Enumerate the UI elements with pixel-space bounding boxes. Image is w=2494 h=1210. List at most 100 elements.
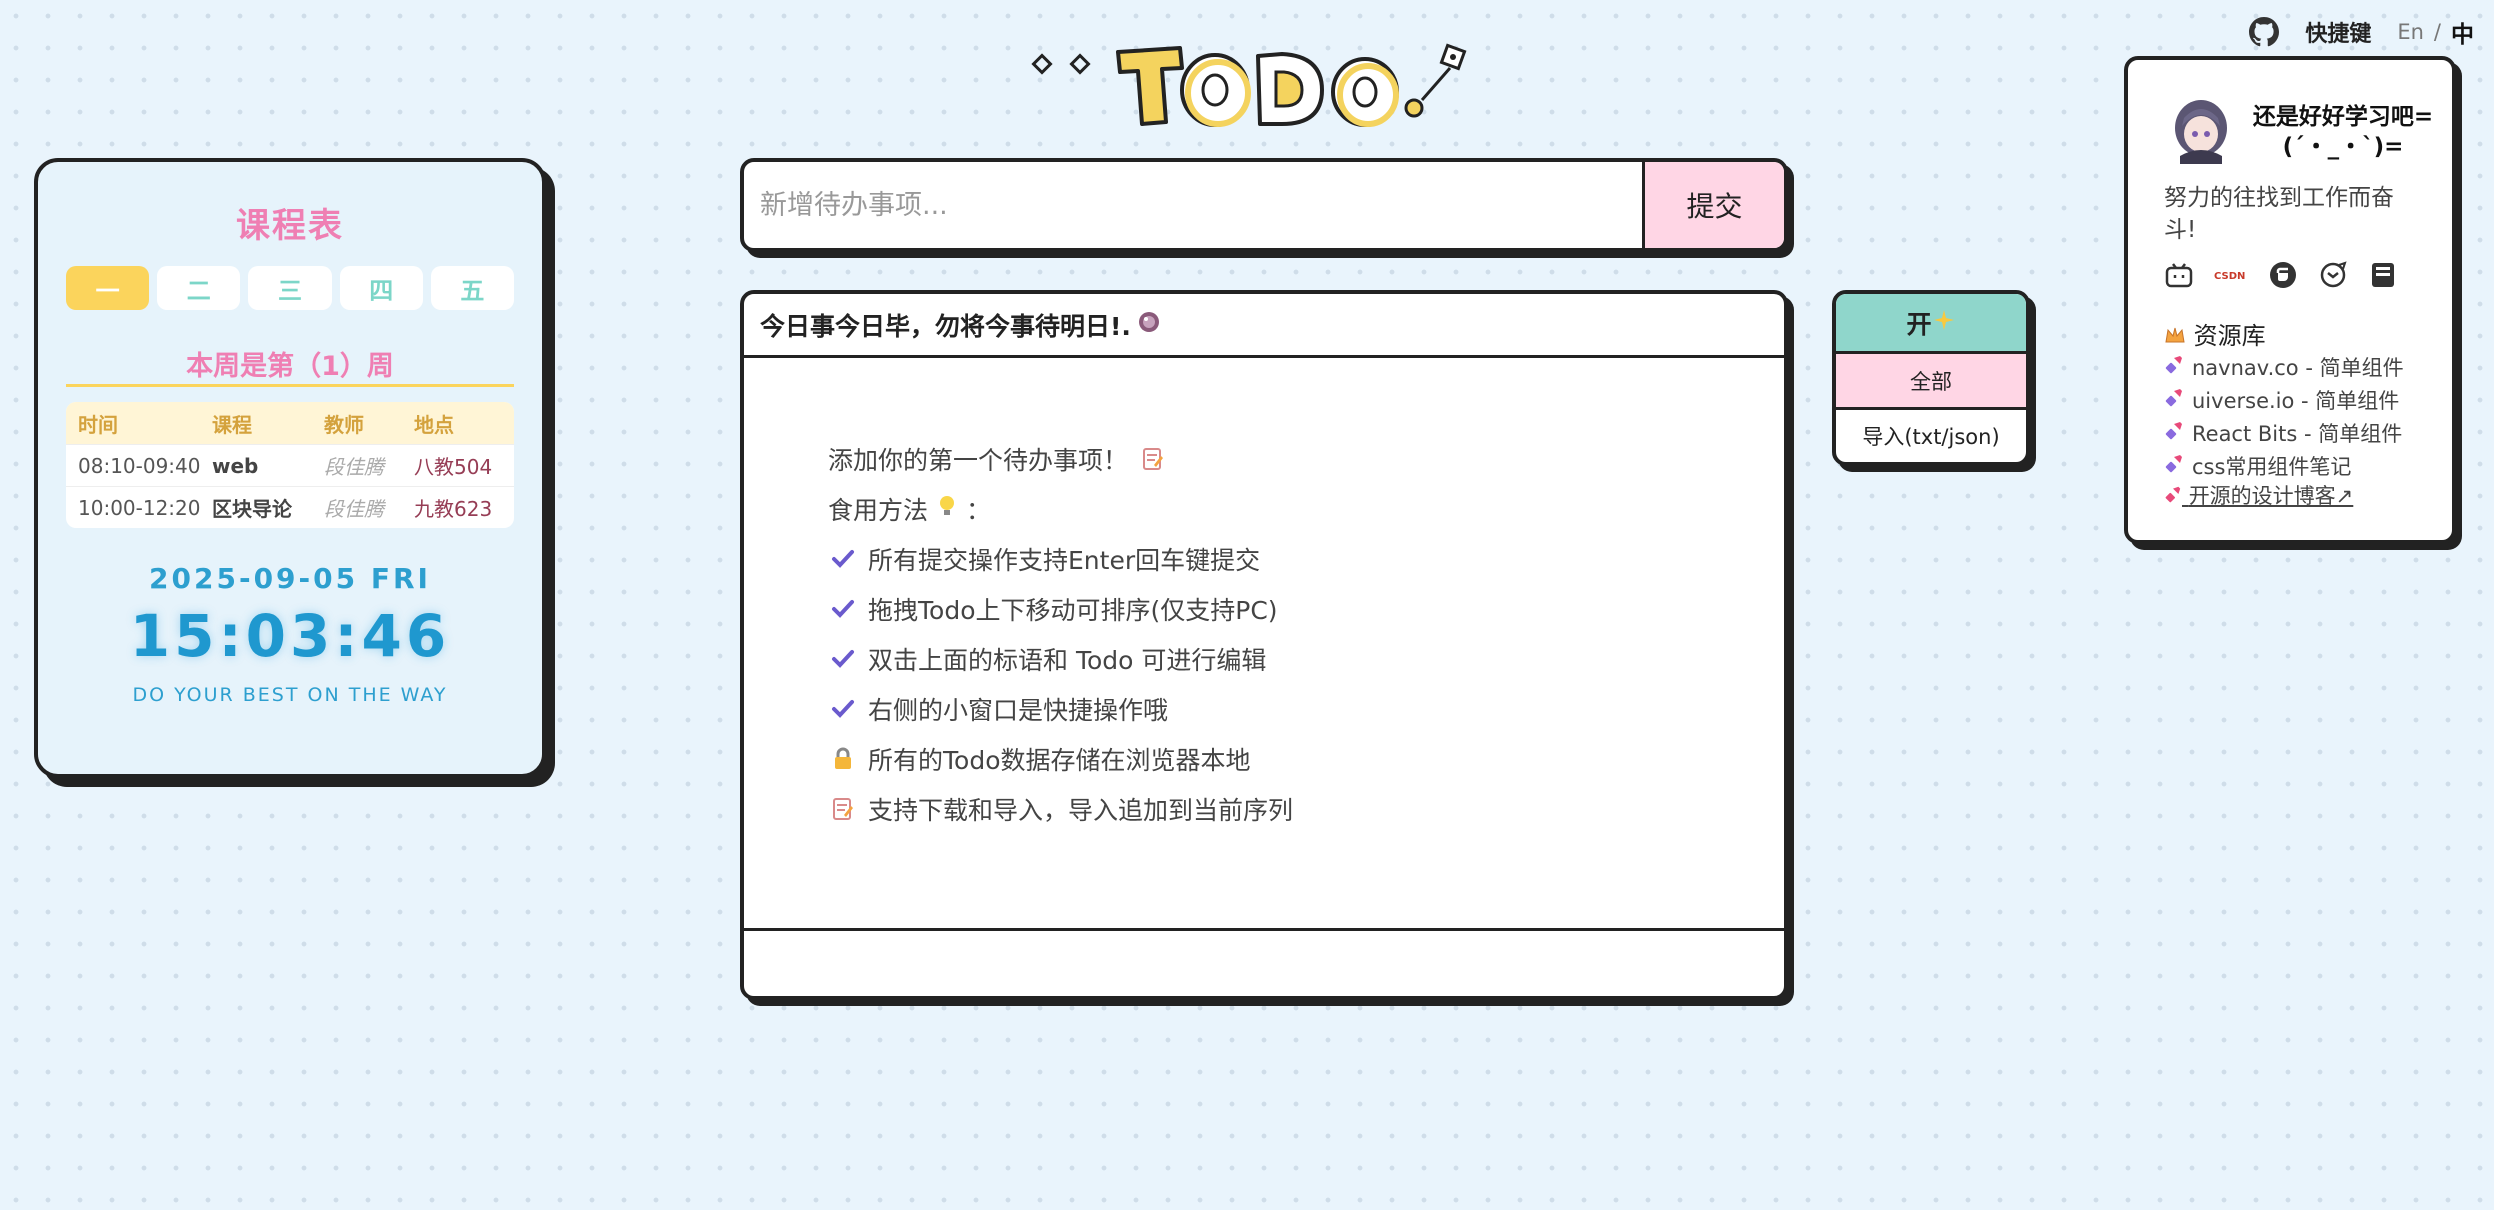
motto-text: DO YOUR BEST ON THE WAY <box>132 684 448 706</box>
lipstick-icon <box>2164 484 2182 508</box>
table-header-row: 时间 课程 教师 地点 <box>66 402 514 444</box>
todo-footer <box>744 928 1784 996</box>
col-teacher: 教师 <box>324 412 364 437</box>
csdn-text: CSDN <box>2214 271 2245 282</box>
cell-time: 08:10-09:40 <box>78 453 201 478</box>
day-tab-tue[interactable]: 二 <box>157 266 241 310</box>
shortcut-link[interactable]: 快捷键 <box>2305 16 2371 48</box>
col-time: 时间 <box>78 412 118 437</box>
usage-line: 食用方法 ： <box>828 484 1293 534</box>
profile-name: 还是好好学习吧=(´・_・`)= <box>2252 104 2434 160</box>
bulb-icon <box>938 494 956 524</box>
tip-text: 所有提交操作支持Enter回车键提交 <box>868 546 1261 575</box>
profile-description: 努力的往找到工作而奋斗! <box>2164 185 2394 243</box>
resource-item[interactable]: css常用组件笔记 <box>2164 449 2404 482</box>
check-icon <box>828 598 858 620</box>
new-todo-form: 提交 <box>740 158 1788 252</box>
cell-course: web <box>212 453 259 478</box>
toggle-button[interactable]: 开 <box>1836 294 2026 354</box>
import-button[interactable]: 导入(txt/json) <box>1836 410 2026 462</box>
todo-header-title[interactable]: 今日事今日毕，勿将今事待明日!. <box>760 307 1131 343</box>
gitee-icon[interactable] <box>2268 260 2298 290</box>
tip-text: 所有的Todo数据存储在浏览器本地 <box>868 746 1251 775</box>
lang-en-option[interactable]: En <box>2397 20 2424 44</box>
resource-item[interactable]: navnav.co - 简单组件 <box>2164 350 2404 383</box>
col-course: 课程 <box>212 412 252 437</box>
cell-room: 八教504 <box>414 455 493 479</box>
tip-text: 拖拽Todo上下移动可排序(仅支持PC) <box>868 596 1278 625</box>
lipstick-icon <box>2164 354 2184 379</box>
submit-button[interactable]: 提交 <box>1642 162 1784 248</box>
day-tab-wed[interactable]: 三 <box>248 266 332 310</box>
blog-link[interactable]: 开源的设计博客↗ <box>2164 480 2353 510</box>
resource-list: navnav.co - 简单组件 uiverse.io - 简单组件 React… <box>2164 350 2404 482</box>
bilibili-icon[interactable] <box>2164 260 2194 290</box>
blog-link-text: 开源的设计博客↗ <box>2188 484 2354 508</box>
language-switch: En / 中 <box>2397 15 2474 49</box>
date-display: 2025-09-05 FRI <box>149 562 431 595</box>
csdn-icon[interactable]: CSDN <box>2214 260 2248 290</box>
notes-icon[interactable] <box>2368 260 2398 290</box>
todo-logo <box>1030 38 1480 138</box>
tip-text: 支持下载和导入，导入追加到当前序列 <box>868 796 1294 825</box>
crown-icon <box>2164 322 2194 350</box>
profile-card: 还是好好学习吧=(´・_・`)= 努力的往找到工作而奋斗! CSDN 资源库 n… <box>2124 56 2456 544</box>
memo-icon <box>828 797 858 821</box>
resource-label: React Bits - 简单组件 <box>2192 421 2403 446</box>
day-tab-mon[interactable]: 一 <box>66 266 150 310</box>
tip-item: 所有的Todo数据存储在浏览器本地 <box>828 734 1293 784</box>
tip-text: 双击上面的标语和 Todo 可进行编辑 <box>868 646 1267 675</box>
memo-icon <box>1138 447 1168 471</box>
sparkle-icon <box>1932 308 1956 338</box>
cell-room: 九教623 <box>414 497 493 521</box>
cell-course: 区块导论 <box>212 497 292 521</box>
lang-separator: / <box>2433 20 2441 44</box>
resource-item[interactable]: React Bits - 简单组件 <box>2164 416 2404 449</box>
course-title: 课程表 <box>236 206 344 246</box>
juejin-icon[interactable] <box>2318 260 2348 290</box>
table-row: 08:10-09:40 web 段佳腾 八教504 <box>66 444 514 486</box>
social-links: CSDN <box>2164 260 2398 290</box>
todo-empty-intro: 添加你的第一个待办事项！ 食用方法 ： 所有提交操作支持Enter回车键提交 拖… <box>828 434 1293 834</box>
tip-item: 双击上面的标语和 Todo 可进行编辑 <box>828 634 1293 684</box>
todo-header[interactable]: 今日事今日毕，勿将今事待明日!. <box>744 294 1784 358</box>
resources-title: 资源库 <box>2164 316 2266 351</box>
avatar <box>2168 96 2234 164</box>
day-tabs: 一 二 三 四 五 <box>66 266 515 310</box>
week-divider <box>66 384 514 387</box>
lipstick-icon <box>2164 453 2184 478</box>
new-todo-input[interactable] <box>744 162 1642 248</box>
tip-text: 右侧的小窗口是快捷操作哦 <box>868 696 1169 725</box>
week-label: 本周是第（1）周 <box>186 351 394 382</box>
check-icon <box>828 698 858 720</box>
quick-actions-window: 开 全部 导入(txt/json) <box>1832 290 2030 466</box>
check-icon <box>828 648 858 670</box>
lipstick-icon <box>2164 420 2184 445</box>
table-row: 10:00-12:20 区块导论 段佳腾 九教623 <box>66 486 514 528</box>
day-tab-thu[interactable]: 四 <box>339 266 423 310</box>
resource-label: css常用组件笔记 <box>2192 454 2352 479</box>
tip-item: 所有提交操作支持Enter回车键提交 <box>828 534 1293 584</box>
intro-first-line: 添加你的第一个待办事项！ <box>828 434 1293 484</box>
ball-icon <box>1137 310 1161 340</box>
tip-item: 拖拽Todo上下移动可排序(仅支持PC) <box>828 584 1293 634</box>
usage-suffix: ： <box>966 496 992 525</box>
filter-all-button[interactable]: 全部 <box>1836 354 2026 410</box>
cell-teacher: 段佳腾 <box>324 497 384 521</box>
tip-item: 右侧的小窗口是快捷操作哦 <box>828 684 1293 734</box>
resources-title-text: 资源库 <box>2193 322 2266 350</box>
lang-zh-option[interactable]: 中 <box>2451 15 2474 49</box>
top-bar: 快捷键 En / 中 <box>2249 14 2474 50</box>
lock-icon <box>828 747 858 771</box>
resource-label: uiverse.io - 简单组件 <box>2192 388 2400 413</box>
usage-label: 食用方法 <box>828 496 929 525</box>
cell-time: 10:00-12:20 <box>78 495 201 520</box>
resource-item[interactable]: uiverse.io - 简单组件 <box>2164 383 2404 416</box>
todo-panel: 今日事今日毕，勿将今事待明日!. 添加你的第一个待办事项！ 食用方法 ： 所有提… <box>740 290 1788 1000</box>
github-icon[interactable] <box>2249 17 2280 47</box>
day-tab-fri[interactable]: 五 <box>430 266 515 310</box>
lipstick-icon <box>2164 387 2184 412</box>
cell-teacher: 段佳腾 <box>324 455 384 479</box>
course-schedule-card: 课程表 一 二 三 四 五 本周是第（1）周 时间 课程 教师 地点 08:10… <box>34 158 546 778</box>
toggle-label: 开 <box>1906 309 1932 339</box>
